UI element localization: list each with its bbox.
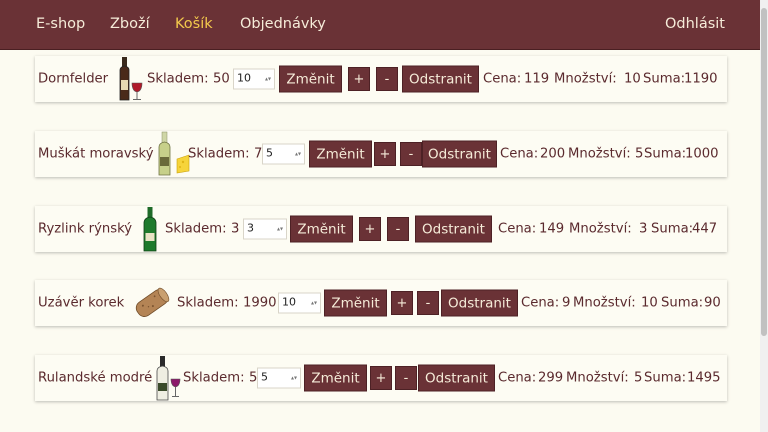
- price-value: 149: [539, 221, 565, 237]
- quantity-input-value: 10: [237, 71, 251, 85]
- stock-value: 1990: [243, 295, 277, 311]
- red-wine-bottle-glass-icon: [115, 56, 145, 102]
- plus-button[interactable]: +: [370, 366, 392, 390]
- quantity-label: Množství:: [554, 71, 617, 87]
- quantity-value: 5: [634, 370, 643, 386]
- change-button[interactable]: Změnit: [290, 215, 353, 243]
- price-value: 9: [562, 295, 571, 311]
- sum-value: 90: [704, 295, 721, 311]
- sum-label: Suma:: [644, 370, 687, 386]
- cart-item-row: Dornfelder Skladem: 50 10 ▴▾ Změnit + - O…: [35, 56, 727, 102]
- price-label: Cena:: [498, 370, 537, 386]
- change-button[interactable]: Změnit: [309, 140, 372, 168]
- quantity-label: Množství:: [573, 295, 636, 311]
- spinner-icon[interactable]: ▴▾: [311, 300, 317, 307]
- logout-link[interactable]: Odhlásit: [665, 16, 725, 32]
- quantity-value: 10: [624, 71, 641, 87]
- cart-item-row: Rulandské modré Skladem: 5 5 ▴▾ Změnit + …: [35, 355, 727, 401]
- plus-button[interactable]: +: [348, 67, 370, 91]
- quantity-value: 10: [641, 295, 658, 311]
- cart-item-row: Uzávěr korek Skladem: 1990 10 ▴▾ Změnit +…: [35, 280, 727, 326]
- quantity-value: 3: [639, 221, 648, 237]
- green-wine-bottle-icon: [141, 206, 159, 252]
- change-button[interactable]: Změnit: [279, 65, 342, 93]
- navbar: E-shop Zboží Košík Objednávky Odhlásit: [0, 0, 760, 50]
- item-name: Dornfelder: [38, 71, 109, 87]
- price-label: Cena:: [483, 71, 522, 87]
- quantity-input[interactable]: 5 ▴▾: [257, 367, 301, 389]
- price-value: 200: [540, 146, 566, 162]
- spinner-icon[interactable]: ▴▾: [295, 151, 301, 158]
- quantity-label: Množství:: [569, 221, 632, 237]
- remove-button[interactable]: Odstranit: [415, 215, 492, 243]
- sum-value: 1190: [684, 71, 718, 87]
- minus-button[interactable]: -: [376, 67, 398, 91]
- sum-label: Suma:: [643, 71, 686, 87]
- quantity-label: Množství:: [568, 146, 631, 162]
- quantity-input-value: 3: [247, 221, 254, 235]
- sum-label: Suma:: [661, 295, 704, 311]
- remove-button[interactable]: Odstranit: [441, 289, 518, 317]
- plus-button[interactable]: +: [374, 142, 396, 166]
- spinner-icon[interactable]: ▴▾: [291, 375, 297, 382]
- minus-button[interactable]: -: [395, 366, 417, 390]
- white-wine-bottle-cheese-icon: [156, 131, 190, 177]
- nav-brand-link[interactable]: E-shop: [36, 16, 85, 32]
- sum-value: 1000: [685, 146, 719, 162]
- price-label: Cena:: [498, 221, 537, 237]
- nav-item-zbozi[interactable]: Zboží: [110, 16, 150, 32]
- quantity-input[interactable]: 5 ▴▾: [262, 143, 305, 165]
- nav-item-objednavky[interactable]: Objednávky: [240, 16, 326, 32]
- sum-value: 447: [692, 221, 718, 237]
- quantity-input[interactable]: 10 ▴▾: [278, 292, 321, 314]
- minus-button[interactable]: -: [387, 217, 409, 241]
- price-value: 299: [538, 370, 564, 386]
- change-button[interactable]: Změnit: [304, 364, 367, 392]
- page-scrollbar[interactable]: [760, 0, 768, 432]
- spinner-icon[interactable]: ▴▾: [277, 226, 283, 233]
- minus-button[interactable]: -: [417, 291, 439, 315]
- plus-button[interactable]: +: [391, 291, 413, 315]
- quantity-label: Množství:: [566, 370, 629, 386]
- item-name: Rulandské modré: [38, 370, 153, 386]
- wine-bottle-glass-icon: [155, 355, 183, 401]
- quantity-value: 5: [635, 146, 644, 162]
- item-name: Muškát moravský: [38, 146, 154, 162]
- quantity-input-value: 10: [282, 295, 296, 309]
- stock-label: Skladem:: [177, 295, 239, 311]
- stock-value: 50: [213, 71, 230, 87]
- nav-item-kosik[interactable]: Košík: [175, 16, 213, 32]
- cart-item-row: Muškát moravský Skladem: 7 5 ▴▾ Změnit + …: [35, 131, 727, 177]
- remove-button[interactable]: Odstranit: [402, 65, 479, 93]
- sum-label: Suma:: [644, 146, 687, 162]
- price-label: Cena:: [500, 146, 539, 162]
- cork-icon: [131, 282, 173, 324]
- stock-value: 3: [231, 221, 240, 237]
- minus-button[interactable]: -: [400, 142, 422, 166]
- sum-label: Suma:: [651, 221, 694, 237]
- plus-button[interactable]: +: [359, 217, 381, 241]
- remove-button[interactable]: Odstranit: [422, 140, 497, 168]
- quantity-input-value: 5: [261, 370, 268, 384]
- remove-button[interactable]: Odstranit: [418, 364, 495, 392]
- price-value: 119: [524, 71, 550, 87]
- quantity-input[interactable]: 10 ▴▾: [233, 68, 275, 90]
- sum-value: 1495: [687, 370, 721, 386]
- item-name: Uzávěr korek: [38, 295, 125, 311]
- change-button[interactable]: Změnit: [324, 289, 387, 317]
- price-label: Cena:: [521, 295, 560, 311]
- item-name: Ryzlink rýnský: [38, 221, 133, 237]
- stock-label: Skladem:: [188, 146, 250, 162]
- stock-label: Skladem:: [147, 71, 209, 87]
- quantity-input[interactable]: 3 ▴▾: [243, 218, 287, 240]
- stock-label: Skladem:: [183, 370, 245, 386]
- cart-item-row: Ryzlink rýnský Skladem: 3 3 ▴▾ Změnit + -…: [35, 206, 727, 252]
- spinner-icon[interactable]: ▴▾: [265, 76, 271, 83]
- scrollbar-thumb[interactable]: [761, 8, 767, 336]
- quantity-input-value: 5: [266, 146, 273, 160]
- stock-label: Skladem:: [165, 221, 227, 237]
